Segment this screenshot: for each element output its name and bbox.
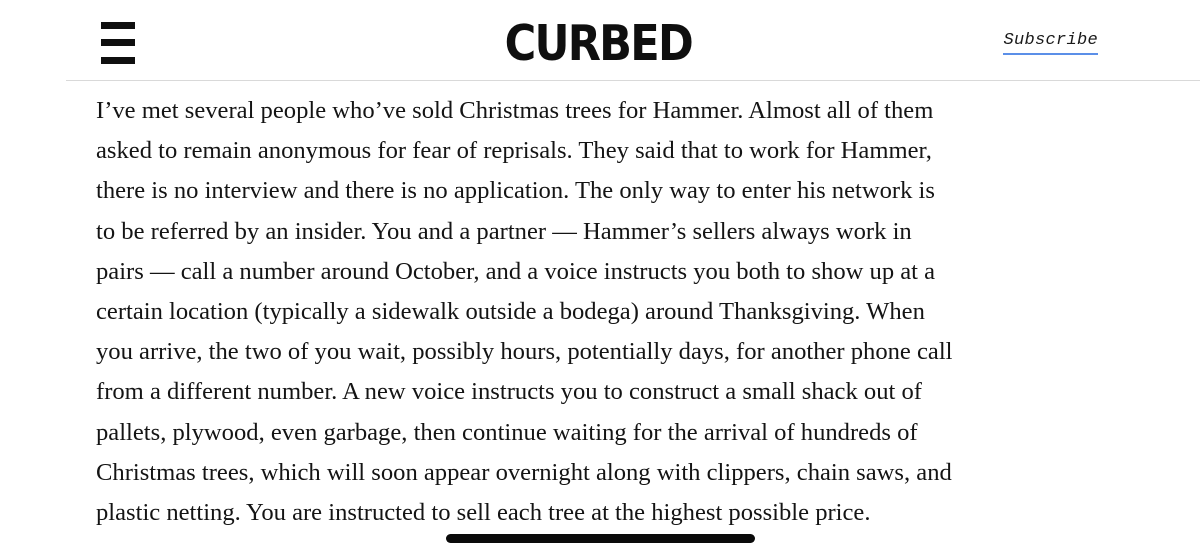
article-line: Christmas trees, which will soon appear … <box>96 458 952 486</box>
logo-wordmark: CURBED <box>505 16 692 68</box>
article-line: certain location (typically a sidewalk o… <box>96 298 925 326</box>
article-line: from a different number. A new voice ins… <box>96 378 922 406</box>
article-line: you arrive, the two of you wait, possibl… <box>96 338 953 366</box>
article-line: I’ve met several people who’ve sold Chri… <box>96 97 934 124</box>
home-indicator[interactable] <box>446 534 755 543</box>
article-line: plastic netting. You are instructed to s… <box>96 499 871 527</box>
site-header: CURBED Subscribe <box>0 0 1200 80</box>
article-line: pairs — call a number around October, an… <box>96 257 936 285</box>
article-line: pallets, plywood, even garbage, then con… <box>96 418 918 446</box>
article-body: I’ve met several people who’ve sold Chri… <box>96 91 1136 533</box>
hamburger-menu-icon[interactable] <box>101 22 135 64</box>
article-line: there is no interview and there is no ap… <box>96 177 935 205</box>
curbed-logo[interactable]: CURBED <box>505 16 693 68</box>
article-line: to be referred by an insider. You and a … <box>96 217 912 245</box>
article-line: asked to remain anonymous for fear of re… <box>96 137 932 165</box>
header-divider <box>66 80 1200 81</box>
subscribe-link[interactable]: Subscribe <box>1003 31 1098 55</box>
